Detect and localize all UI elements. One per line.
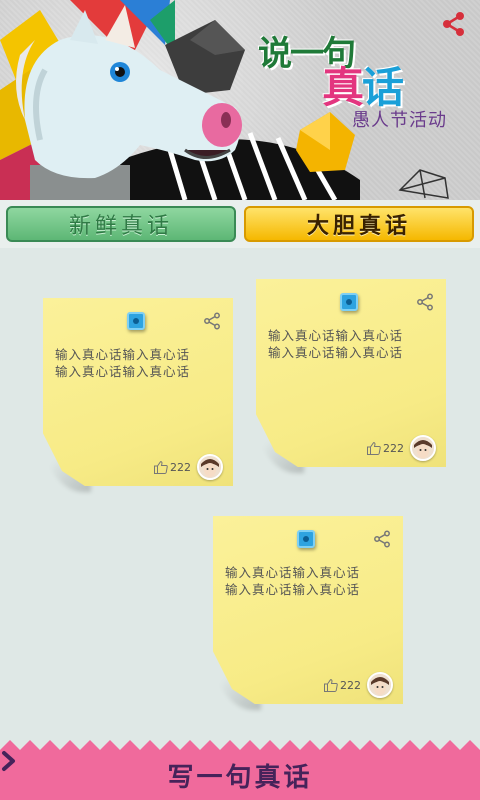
avatar-image: [199, 456, 221, 478]
like-count: 222: [170, 461, 191, 474]
pin-icon: [127, 312, 145, 330]
write-truth-bar[interactable]: 写一句真话: [0, 740, 480, 800]
banner-subtitle: 愚人节活动: [352, 110, 447, 131]
like-count: 222: [340, 679, 361, 692]
note-line: 输入真心话输入真心话: [55, 364, 191, 379]
tab-fresh-truths[interactable]: 新鲜真话: [6, 206, 236, 242]
banner-title-word-a: 真: [322, 63, 364, 112]
write-truth-label: 写一句真话: [167, 762, 313, 793]
share-icon: [204, 312, 220, 330]
thumbs-up-icon: [324, 679, 338, 692]
unicorn-artwork: [0, 0, 449, 200]
banner-title-word-b: 话: [362, 63, 404, 112]
note-text: 输入真心话输入真心话 输入真心话输入真心话: [55, 346, 225, 380]
like-button[interactable]: 222: [154, 461, 191, 474]
like-button[interactable]: 222: [324, 679, 361, 692]
tab-bar: 新鲜真话 大胆真话: [0, 200, 480, 248]
pin-icon: [297, 530, 315, 548]
thumbs-up-icon: [367, 442, 381, 455]
share-icon: [443, 12, 464, 36]
avatar[interactable]: [410, 435, 436, 461]
note-line: 输入真心话输入真心话: [225, 582, 361, 597]
note-card[interactable]: 输入真心话输入真心话 输入真心话输入真心话 222: [256, 279, 446, 473]
note-line: 输入真心话输入真心话: [268, 345, 404, 360]
note-line: 输入真心话输入真心话: [225, 565, 361, 580]
like-count: 222: [383, 442, 404, 455]
event-banner: 说一句 真话 愚人节活动: [0, 0, 480, 200]
chevron-right-icon: [2, 751, 15, 771]
pin-icon: [340, 293, 358, 311]
write-truth-button[interactable]: 写一句真话: [0, 750, 480, 800]
note-share-button[interactable]: [414, 291, 436, 313]
share-icon: [374, 530, 390, 548]
banner-share-button[interactable]: [438, 8, 470, 40]
avatar-image: [369, 674, 391, 696]
tab-bold-truths[interactable]: 大胆真话: [244, 206, 474, 242]
note-text: 输入真心话输入真心话 输入真心话输入真心话: [225, 564, 395, 598]
note-share-button[interactable]: [201, 310, 223, 332]
note-card[interactable]: 输入真心话输入真心话 输入真心话输入真心话 222: [43, 298, 233, 492]
like-button[interactable]: 222: [367, 442, 404, 455]
avatar-image: [412, 437, 434, 459]
avatar[interactable]: [367, 672, 393, 698]
note-line: 输入真心话输入真心话: [55, 347, 191, 362]
thumbs-up-icon: [154, 461, 168, 474]
note-card[interactable]: 输入真心话输入真心话 输入真心话输入真心话 222: [213, 516, 403, 710]
note-line: 输入真心话输入真心话: [268, 328, 404, 343]
avatar[interactable]: [197, 454, 223, 480]
share-icon: [417, 293, 433, 311]
note-text: 输入真心话输入真心话 输入真心话输入真心话: [268, 327, 438, 361]
note-share-button[interactable]: [371, 528, 393, 550]
